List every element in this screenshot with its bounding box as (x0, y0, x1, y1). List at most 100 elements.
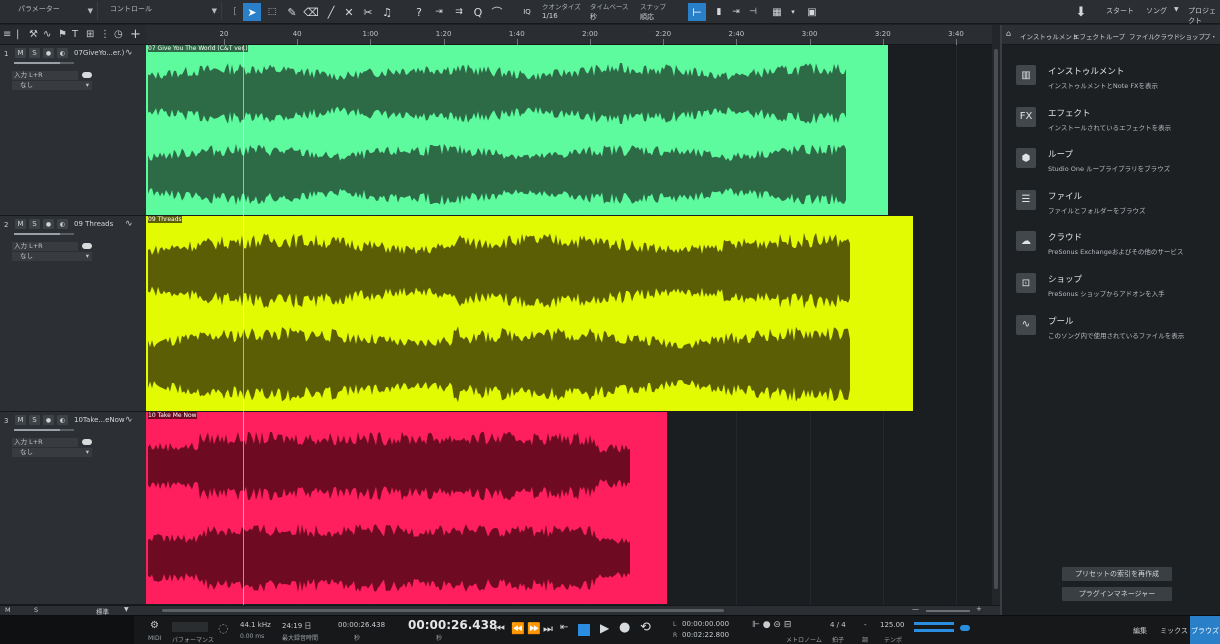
audio-clip-3[interactable]: 10 Take Me Now (146, 412, 667, 604)
arrow-tool-icon[interactable]: ➤ (243, 3, 261, 21)
track-output-select[interactable]: なし ▾ (12, 81, 92, 90)
zoom-in-icon[interactable]: + (976, 605, 982, 613)
waveform-icon[interactable]: ∿ (125, 48, 133, 58)
nav-song[interactable]: ソング (1146, 6, 1167, 16)
track-volume-fader[interactable] (14, 62, 74, 64)
parameters-dropdown[interactable]: パラメーター ▼ (0, 2, 98, 20)
midi-icon[interactable]: ⚙ (150, 620, 159, 631)
track-name[interactable]: 10Take...eNow (74, 416, 125, 424)
horizontal-scrollbar[interactable] (162, 609, 724, 612)
track-input-select[interactable]: 入力 L+R (12, 71, 78, 80)
loop-follow-icon[interactable]: ⇥ (727, 3, 745, 21)
track-name[interactable]: 09 Threads (74, 220, 113, 228)
download-arrow-icon[interactable]: ⬇ (1072, 3, 1090, 21)
help-icon[interactable]: ? (410, 3, 428, 21)
nav-browse[interactable]: ブラウズ (1190, 616, 1220, 644)
scratch-icon[interactable]: ⋮ (100, 29, 110, 40)
wrench-icon[interactable]: ⚒ (29, 29, 38, 40)
browser-item[interactable]: ⊡ ショップ PreSonus ショップからアドオンを入手 (1002, 269, 1220, 309)
reindex-presets-button[interactable]: プリセットの索引を再作成 (1062, 567, 1172, 581)
mute-button[interactable]: M (15, 48, 26, 58)
clock-icon[interactable]: ◷ (114, 29, 123, 40)
stop-button[interactable] (578, 624, 590, 636)
solo-button[interactable]: S (29, 48, 40, 58)
split-tool-icon[interactable]: ✂ (359, 3, 377, 21)
iq-button[interactable]: IQ (518, 3, 536, 21)
solo-button[interactable]: S (29, 219, 40, 229)
loop-marker-icon[interactable]: ⇤ (560, 622, 568, 633)
mute-button[interactable]: M (15, 415, 26, 425)
forward-icon[interactable]: ⏩ (527, 622, 541, 635)
track-output-select[interactable]: なし ▾ (12, 448, 92, 457)
tempo-value[interactable]: 125.00 (880, 621, 905, 629)
waveform-icon[interactable]: ∿ (125, 415, 133, 425)
timeline-ruler[interactable]: 20 40 1:00 1:20 1:40 2:00 2:20 2:40 3:00 3:20 3:40 (146, 25, 992, 45)
nav-start[interactable]: スタート (1106, 6, 1134, 16)
track-header-1[interactable]: 1 M S ● ◐ 07GiveYo...er.) ∿ 入力 L+R なし ▾ (0, 45, 146, 216)
chevron-down-icon[interactable]: ▼ (124, 606, 129, 613)
add-track-icon[interactable]: + (130, 27, 141, 42)
chevron-down-icon[interactable]: ▾ (784, 3, 802, 21)
scrollbar-thumb[interactable] (994, 49, 998, 589)
browser-item[interactable]: ⬢ ループ Studio One ループライブラリをブラウズ (1002, 144, 1220, 184)
menu-icon[interactable]: ≡ (3, 29, 11, 40)
record-arm-button[interactable]: ● (43, 48, 54, 58)
autoscroll-icon[interactable]: ⇥ (430, 3, 448, 21)
browser-item[interactable]: ☰ ファイル ファイルとフォルダーをブラウズ (1002, 186, 1220, 226)
rewind-icon[interactable]: ⏪ (511, 622, 525, 635)
quantize-value[interactable]: 1/16 (542, 12, 558, 20)
monitor-button[interactable]: ◐ (57, 415, 68, 425)
metronome-icons[interactable]: ⊩ ● ⊝ ⊟ (752, 620, 791, 630)
follow-icon[interactable]: ⇉ (450, 3, 468, 21)
position-secondary[interactable]: 00:00:26.438 (338, 621, 385, 629)
nav-edit[interactable]: 編集 (1122, 616, 1158, 644)
zoom-slider[interactable] (926, 610, 970, 612)
listen-tool-icon[interactable]: ♫ (378, 3, 396, 21)
key-value[interactable]: - (864, 621, 867, 629)
track-output-select[interactable]: なし ▾ (12, 252, 92, 261)
input-toggle[interactable] (82, 243, 92, 249)
time-signature[interactable]: 4 / 4 (830, 621, 846, 629)
track-input-select[interactable]: 入力 L+R (12, 438, 78, 447)
quantize-icon[interactable]: Q (469, 3, 487, 21)
plugin-manager-button[interactable]: プラグインマネージャー (1062, 587, 1172, 601)
monitor-button[interactable]: ◐ (57, 219, 68, 229)
browser-tab[interactable]: クラウド (1154, 31, 1180, 41)
audio-clip-2[interactable]: 09 Threads (146, 216, 913, 411)
browser-tab[interactable]: プ・ (1204, 31, 1217, 41)
timebase-value[interactable]: 秒 (590, 12, 597, 22)
lower-m-button[interactable]: M (5, 606, 11, 614)
position-primary[interactable]: 00:00:26.438 (408, 618, 497, 632)
playhead-cursor[interactable] (243, 45, 244, 605)
go-to-end-icon[interactable]: ⏭ (543, 622, 553, 636)
browser-tab[interactable]: ファイル (1129, 31, 1155, 41)
browser-tab[interactable]: ループ (1106, 31, 1125, 41)
solo-button[interactable]: S (29, 415, 40, 425)
arrange-view[interactable]: 07 Give You The World (C&T ver.) 09 Threa… (146, 45, 992, 605)
return-to-zero-icon[interactable]: ⏮ (495, 622, 505, 636)
event-snap-icon[interactable]: ⊣ (744, 3, 762, 21)
browser-item[interactable]: ▥ インストゥルメント インストゥルメントとNote FXを表示 (1002, 61, 1220, 101)
master-toggle[interactable] (960, 625, 970, 631)
browser-tab[interactable]: ショップ (1179, 31, 1205, 41)
input-toggle[interactable] (82, 72, 92, 78)
chevron-down-icon[interactable]: ▼ (1174, 6, 1179, 13)
nav-mix[interactable]: ミックス (1158, 616, 1190, 644)
pencil-tool-icon[interactable]: ✎ (283, 3, 301, 21)
flag-icon[interactable]: ⚑ (58, 29, 67, 40)
mute-button[interactable]: M (15, 219, 26, 229)
range-tool-icon[interactable]: ⬚ (263, 3, 281, 21)
input-toggle[interactable] (82, 439, 92, 445)
audio-clip-1[interactable]: 07 Give You The World (C&T ver.) (146, 45, 888, 215)
text-icon[interactable]: T (72, 29, 78, 40)
eraser-tool-icon[interactable]: ⌫ (302, 3, 320, 21)
snap-value[interactable]: 順応 (640, 12, 654, 22)
zoom-out-icon[interactable]: — (912, 605, 919, 613)
browser-tab[interactable]: エフェクト (1073, 31, 1106, 41)
loop-start-time[interactable]: 00:00:00.000 (682, 620, 729, 628)
nav-project[interactable]: プロジェクト (1188, 6, 1220, 26)
track-input-select[interactable]: 入力 L+R (12, 242, 78, 251)
vertical-scrollbar[interactable] (992, 25, 1000, 605)
snap-magnet-icon[interactable]: ⌒ (488, 3, 506, 21)
browser-item[interactable]: FX エフェクト インストールされているエフェクトを表示 (1002, 103, 1220, 143)
